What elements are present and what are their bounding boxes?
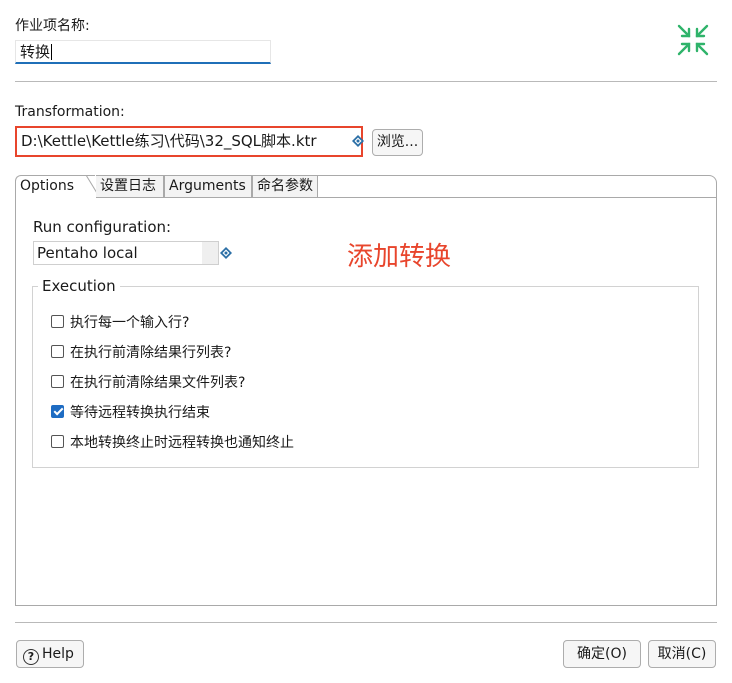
tab-arguments[interactable]: Arguments xyxy=(164,175,252,198)
checkbox-label: 本地转换终止时远程转换也通知终止 xyxy=(70,435,294,451)
checkbox-box[interactable] xyxy=(51,344,64,358)
help-button-label: Help xyxy=(42,646,74,662)
bottom-divider xyxy=(15,622,717,623)
run-configuration-label: Run configuration: xyxy=(33,218,172,236)
checkbox-label: 在执行前清除结果行列表? xyxy=(70,345,232,361)
help-circle-icon: ? xyxy=(23,649,39,665)
annotation-text: 添加转换 xyxy=(347,242,452,272)
checkbox-box[interactable] xyxy=(51,434,64,448)
collapse-arrows-icon[interactable] xyxy=(675,22,711,58)
run-configuration-value: Pentaho local xyxy=(37,244,138,262)
checkbox-label: 执行每一个输入行? xyxy=(70,315,190,331)
checkbox-box-checked[interactable] xyxy=(51,404,64,418)
checkbox-box[interactable] xyxy=(51,314,64,328)
top-divider xyxy=(15,81,717,82)
checkbox-wait-for-remote[interactable]: 等待远程转换执行结束 xyxy=(51,402,210,422)
checkbox-execute-every-row[interactable]: 执行每一个输入行? xyxy=(51,312,189,332)
browse-button[interactable]: 浏览... xyxy=(372,129,423,156)
checkbox-box[interactable] xyxy=(51,374,64,388)
job-name-label: 作业项名称: xyxy=(15,18,90,34)
tab-logging[interactable]: 设置日志 xyxy=(96,175,164,198)
checkbox-clear-result-files[interactable]: 在执行前清除结果文件列表? xyxy=(51,372,245,392)
dropdown-arrow-icon[interactable] xyxy=(202,242,218,264)
variable-diamond-icon[interactable] xyxy=(352,135,364,147)
transformation-path-input[interactable]: D:\Kettle\Kettle练习\代码\32_SQL脚本.ktr xyxy=(15,126,363,157)
job-name-value: 转换 xyxy=(20,43,51,61)
variable-diamond-icon[interactable] xyxy=(220,247,232,259)
checkbox-label: 等待远程转换执行结束 xyxy=(70,405,210,421)
ok-button[interactable]: 确定(O) xyxy=(563,640,641,668)
tab-strip-border xyxy=(318,175,717,198)
run-configuration-select[interactable]: Pentaho local xyxy=(33,241,219,265)
transformation-label: Transformation: xyxy=(15,104,125,120)
tab-options[interactable]: Options xyxy=(15,175,95,199)
execution-legend: Execution xyxy=(38,277,120,295)
tab-named-parameters[interactable]: 命名参数 xyxy=(252,175,318,198)
checkbox-clear-result-rows[interactable]: 在执行前清除结果行列表? xyxy=(51,342,231,362)
checkbox-notify-remote-on-stop[interactable]: 本地转换终止时远程转换也通知终止 xyxy=(51,432,294,452)
job-name-input[interactable]: 转换 xyxy=(15,40,271,64)
cancel-button[interactable]: 取消(C) xyxy=(648,640,716,668)
checkbox-label: 在执行前清除结果文件列表? xyxy=(70,375,246,391)
help-button[interactable]: ? Help xyxy=(16,640,84,668)
